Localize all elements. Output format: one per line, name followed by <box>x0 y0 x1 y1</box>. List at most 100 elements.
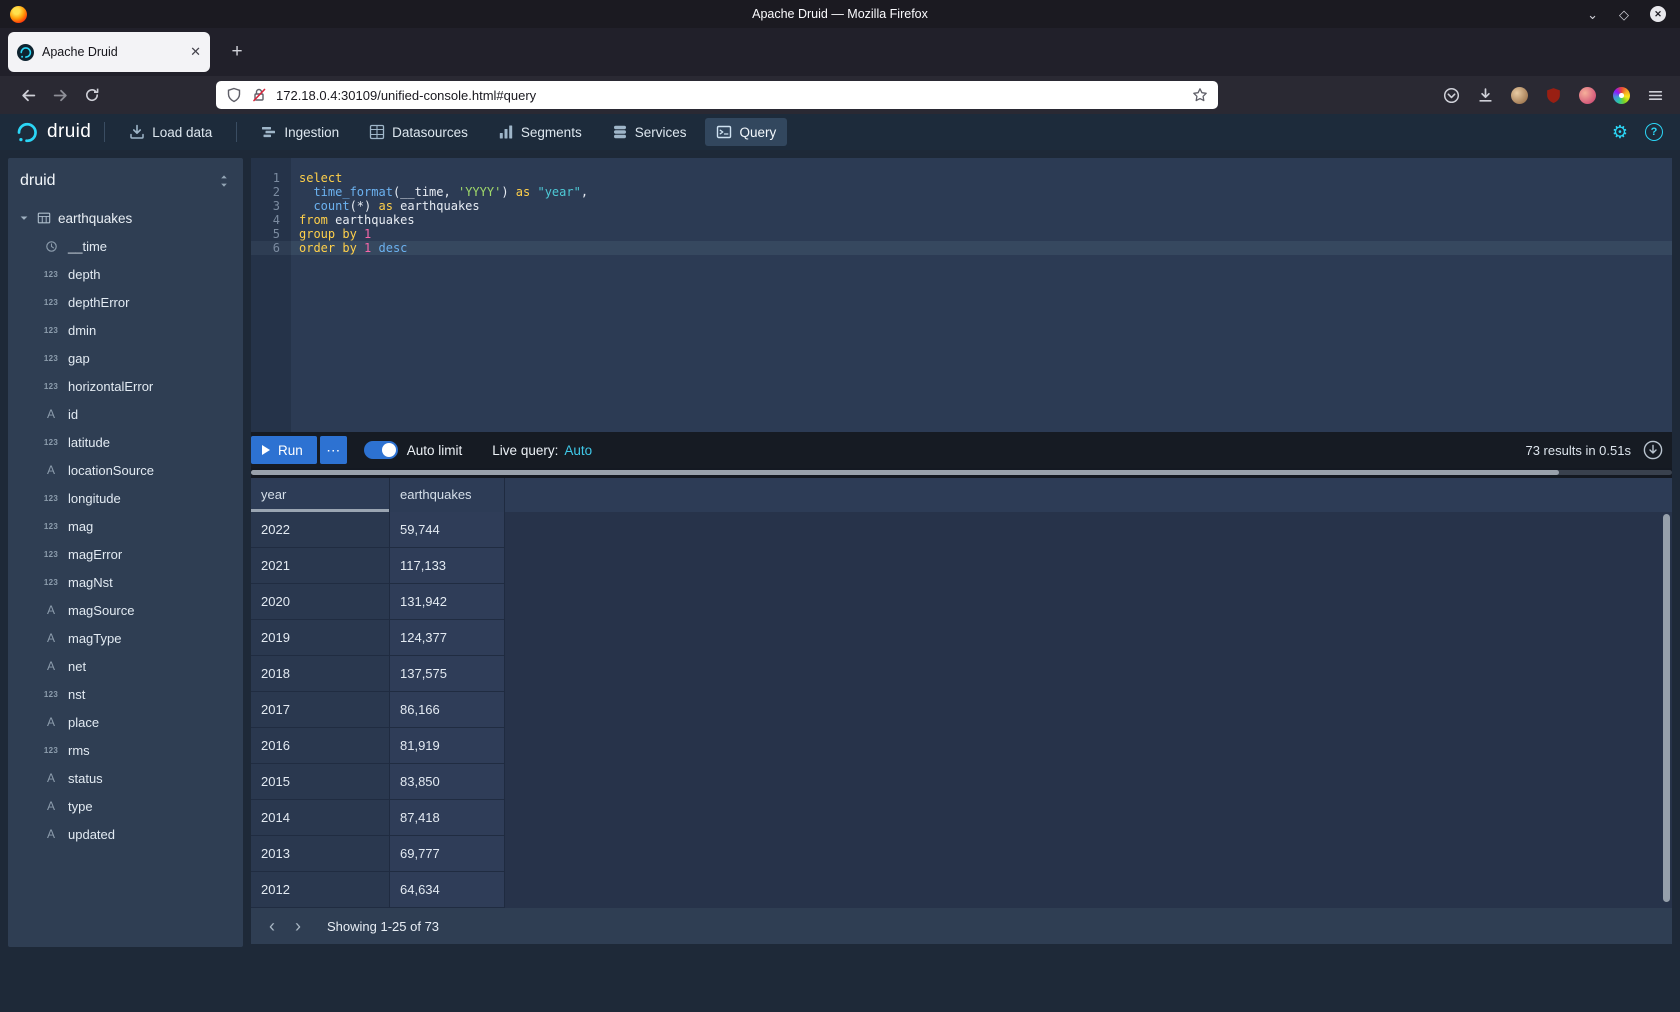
live-query-value[interactable]: Auto <box>564 443 592 458</box>
cell-earthquakes[interactable]: 59,744 <box>390 512 505 548</box>
sql-editor[interactable]: 1select2 time_format(__time, 'YYYY') as … <box>251 158 1672 432</box>
vertical-scrollbar[interactable] <box>1663 514 1670 902</box>
sidebar-column-type[interactable]: Atype <box>8 792 243 820</box>
datasource-node-earthquakes[interactable]: earthquakes <box>8 204 243 232</box>
nav-item-query[interactable]: Query <box>705 118 787 146</box>
table-row[interactable]: 2020131,942 <box>251 584 1672 620</box>
cell-earthquakes[interactable]: 137,575 <box>390 656 505 692</box>
cell-year[interactable]: 2022 <box>251 512 390 548</box>
sidebar-column-locationSource[interactable]: AlocationSource <box>8 456 243 484</box>
column-header-year[interactable]: year <box>251 478 390 512</box>
run-button[interactable]: Run <box>251 436 317 464</box>
tracking-shield-icon[interactable] <box>226 87 242 103</box>
insecure-lock-icon[interactable] <box>251 87 267 103</box>
table-row[interactable]: 201583,850 <box>251 764 1672 800</box>
cell-earthquakes[interactable]: 124,377 <box>390 620 505 656</box>
sidebar-column-status[interactable]: Astatus <box>8 764 243 792</box>
reload-icon[interactable] <box>76 80 108 110</box>
cell-year[interactable]: 2017 <box>251 692 390 728</box>
druid-brand[interactable]: druid <box>14 120 91 145</box>
cell-year[interactable]: 2013 <box>251 836 390 872</box>
sidebar-column-updated[interactable]: Aupdated <box>8 820 243 848</box>
table-row[interactable]: 202259,744 <box>251 512 1672 548</box>
cell-year[interactable]: 2018 <box>251 656 390 692</box>
table-row[interactable]: 201487,418 <box>251 800 1672 836</box>
sidebar-column-depth[interactable]: 123depth <box>8 260 243 288</box>
sidebar-column-nst[interactable]: 123nst <box>8 680 243 708</box>
auto-limit-toggle[interactable] <box>364 441 398 459</box>
cell-year[interactable]: 2019 <box>251 620 390 656</box>
cell-earthquakes[interactable]: 83,850 <box>390 764 505 800</box>
cell-earthquakes[interactable]: 69,777 <box>390 836 505 872</box>
download-results-icon[interactable] <box>1643 440 1663 460</box>
cell-earthquakes[interactable]: 131,942 <box>390 584 505 620</box>
account-avatar-icon[interactable] <box>1511 87 1528 104</box>
sidebar-column-rms[interactable]: 123rms <box>8 736 243 764</box>
browser-tab[interactable]: Apache Druid ✕ <box>8 32 210 72</box>
sidebar-column-magSource[interactable]: AmagSource <box>8 596 243 624</box>
cell-earthquakes[interactable]: 117,133 <box>390 548 505 584</box>
downloads-icon[interactable] <box>1477 87 1494 104</box>
double-caret-sort-icon[interactable] <box>217 174 231 188</box>
nav-item-segments[interactable]: Segments <box>487 118 593 146</box>
table-row[interactable]: 201681,919 <box>251 728 1672 764</box>
back-icon[interactable] <box>12 80 44 110</box>
sidebar-column-id[interactable]: Aid <box>8 400 243 428</box>
sidebar-column-place[interactable]: Aplace <box>8 708 243 736</box>
cell-earthquakes[interactable]: 87,418 <box>390 800 505 836</box>
cell-year[interactable]: 2021 <box>251 548 390 584</box>
scrollbar-thumb[interactable] <box>251 470 1559 475</box>
next-page-icon[interactable]: › <box>285 913 311 939</box>
ublock-icon[interactable] <box>1545 87 1562 104</box>
sidebar-column-net[interactable]: Anet <box>8 652 243 680</box>
window-close-button[interactable]: ✕ <box>1650 6 1666 22</box>
cell-year[interactable]: 2012 <box>251 872 390 908</box>
run-more-button[interactable]: ⋯ <box>320 436 347 464</box>
horizontal-scrollbar[interactable] <box>251 468 1672 478</box>
sidebar-column-horizontalError[interactable]: 123horizontalError <box>8 372 243 400</box>
window-maximize-icon[interactable]: ◇ <box>1619 8 1629 21</box>
table-row[interactable]: 201264,634 <box>251 872 1672 908</box>
table-row[interactable]: 2018137,575 <box>251 656 1672 692</box>
sidebar-column-magType[interactable]: AmagType <box>8 624 243 652</box>
chevron-down-icon[interactable] <box>18 212 30 224</box>
nav-item-ingestion[interactable]: Ingestion <box>250 118 350 146</box>
pocket-icon[interactable] <box>1443 87 1460 104</box>
cell-earthquakes[interactable]: 86,166 <box>390 692 505 728</box>
bookmark-star-icon[interactable] <box>1192 87 1208 103</box>
sidebar-column-gap[interactable]: 123gap <box>8 344 243 372</box>
table-row[interactable]: 201786,166 <box>251 692 1672 728</box>
sidebar-column-dmin[interactable]: 123dmin <box>8 316 243 344</box>
cell-year[interactable]: 2016 <box>251 728 390 764</box>
menu-icon[interactable] <box>1647 87 1664 104</box>
extension-pinwheel-icon[interactable] <box>1613 87 1630 104</box>
sidebar-column-depthError[interactable]: 123depthError <box>8 288 243 316</box>
extension-avatar-icon[interactable] <box>1579 87 1596 104</box>
sidebar-column-mag[interactable]: 123mag <box>8 512 243 540</box>
prev-page-icon[interactable]: ‹ <box>259 913 285 939</box>
sidebar-column-magNst[interactable]: 123magNst <box>8 568 243 596</box>
cell-year[interactable]: 2015 <box>251 764 390 800</box>
sidebar-column-__time[interactable]: __time <box>8 232 243 260</box>
sidebar-column-magError[interactable]: 123magError <box>8 540 243 568</box>
cell-year[interactable]: 2020 <box>251 584 390 620</box>
help-icon[interactable]: ? <box>1645 123 1663 141</box>
nav-item-services[interactable]: Services <box>601 118 698 146</box>
table-row[interactable]: 201369,777 <box>251 836 1672 872</box>
table-row[interactable]: 2021117,133 <box>251 548 1672 584</box>
cell-year[interactable]: 2014 <box>251 800 390 836</box>
new-tab-button[interactable]: + <box>222 37 252 67</box>
nav-item-load-data[interactable]: Load data <box>118 118 223 146</box>
cell-earthquakes[interactable]: 64,634 <box>390 872 505 908</box>
nav-item-datasources[interactable]: Datasources <box>358 118 479 146</box>
column-header-earthquakes[interactable]: earthquakes <box>390 478 505 512</box>
window-menu-icon[interactable]: ⌄ <box>1587 8 1598 21</box>
table-row[interactable]: 2019124,377 <box>251 620 1672 656</box>
sidebar-column-longitude[interactable]: 123longitude <box>8 484 243 512</box>
settings-gear-icon[interactable]: ⚙ <box>1612 123 1628 141</box>
url-bar[interactable]: 172.18.0.4:30109/unified-console.html#qu… <box>216 81 1218 109</box>
cell-earthquakes[interactable]: 81,919 <box>390 728 505 764</box>
tab-close-icon[interactable]: ✕ <box>190 44 201 60</box>
forward-icon[interactable] <box>44 80 76 110</box>
sidebar-column-latitude[interactable]: 123latitude <box>8 428 243 456</box>
